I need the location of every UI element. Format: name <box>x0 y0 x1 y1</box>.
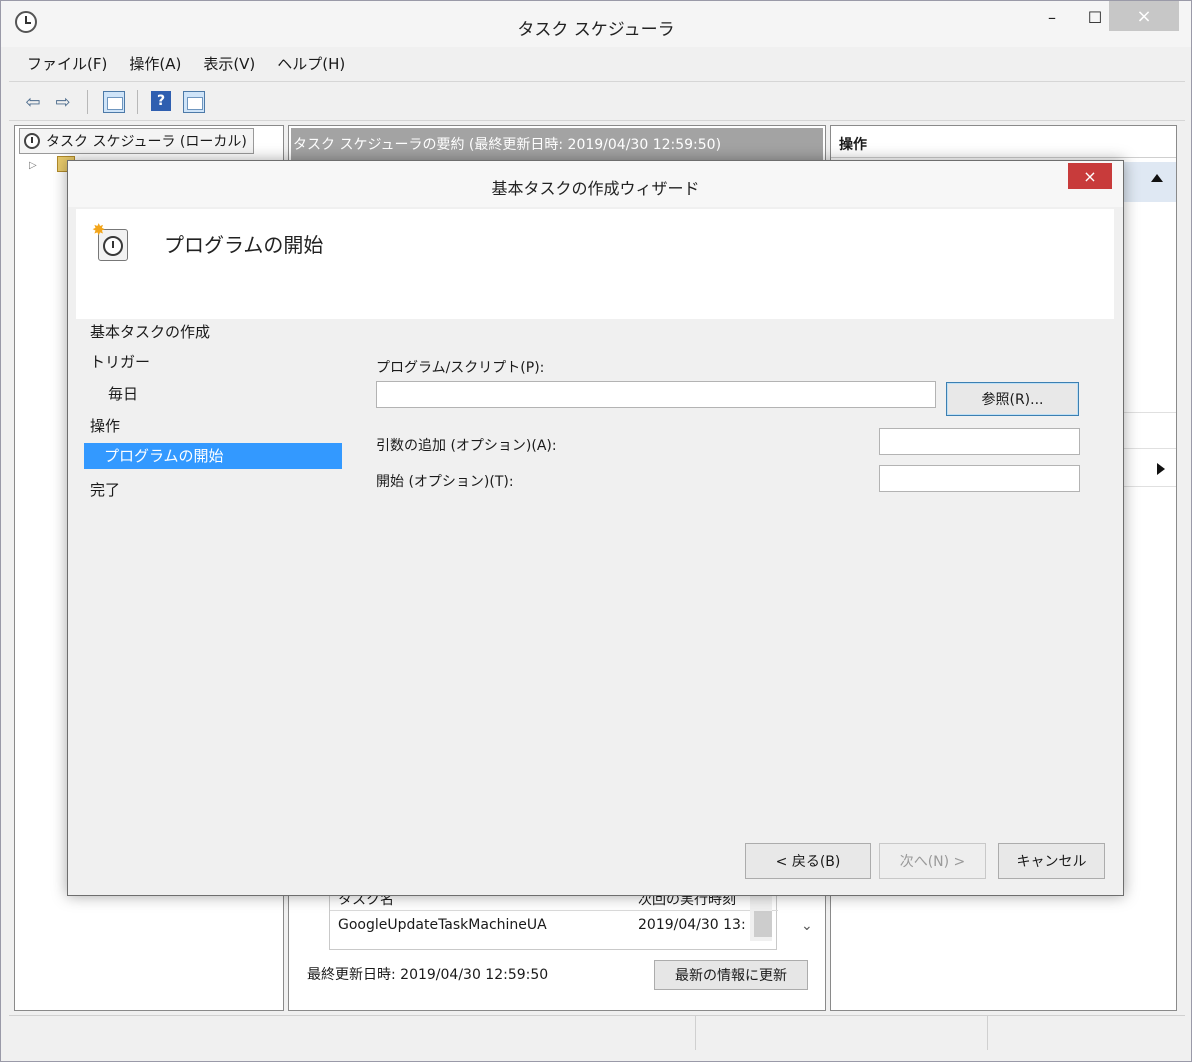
action-pane-header: 操作 <box>831 126 1176 158</box>
browse-button[interactable]: 参照(R)... <box>946 382 1079 416</box>
scrollbar-thumb[interactable] <box>754 911 772 937</box>
step-start-program[interactable]: プログラムの開始 <box>84 443 342 469</box>
scheduled-task-icon: ✸ <box>92 222 130 263</box>
last-update-text: 最終更新日時: 2019/04/30 12:59:50 <box>307 967 549 983</box>
dialog-titlebar[interactable]: 基本タスクの作成ウィザード × <box>68 161 1123 207</box>
back-arrow-icon[interactable]: ⇦ <box>21 90 45 114</box>
show-hide-action-pane-icon[interactable] <box>183 91 205 113</box>
refresh-button[interactable]: 最新の情報に更新 <box>654 960 808 990</box>
status-separator <box>695 1016 696 1050</box>
status-separator <box>987 1016 988 1050</box>
maximize-button[interactable]: ☐ <box>1081 1 1109 33</box>
help-icon[interactable]: ? <box>151 91 171 111</box>
dialog-title: 基本タスクの作成ウィザード <box>491 179 700 198</box>
menu-file[interactable]: ファイル(F) <box>27 53 107 74</box>
active-tasks-list: タスク名 次回の実行時刻 GoogleUpdateTaskMachineUA 2… <box>329 888 778 950</box>
chevron-down-icon[interactable]: ⌄ <box>801 918 813 934</box>
dialog-close-button[interactable]: × <box>1068 163 1112 189</box>
program-script-input[interactable] <box>376 381 936 408</box>
status-bar <box>9 1015 1185 1050</box>
close-button[interactable]: × <box>1109 1 1179 31</box>
menu-view[interactable]: 表示(V) <box>203 53 255 74</box>
step-daily[interactable]: 毎日 <box>108 383 138 404</box>
menu-action[interactable]: 操作(A) <box>129 53 181 74</box>
clock-icon <box>24 133 40 149</box>
step-create-basic-task[interactable]: 基本タスクの作成 <box>90 321 210 342</box>
submenu-arrow-icon[interactable] <box>1157 463 1165 475</box>
tree-item-task-scheduler-local[interactable]: タスク スケジューラ (ローカル) <box>19 128 254 154</box>
window-titlebar[interactable]: タスク スケジューラ – ☐ × <box>1 1 1191 47</box>
start-in-input[interactable] <box>879 465 1080 492</box>
wizard-header: ✸ プログラムの開始 <box>76 209 1114 319</box>
toolbar: ⇦ ⇨ ? <box>9 81 1185 121</box>
summary-title-bar: タスク スケジューラの要約 (最終更新日時: 2019/04/30 12:59:… <box>291 128 823 160</box>
window-title: タスク スケジューラ <box>517 20 675 40</box>
start-in-label: 開始 (オプション)(T): <box>376 474 514 490</box>
tree-expander-icon[interactable]: ▷ <box>29 160 37 171</box>
back-button[interactable]: < 戻る(B) <box>745 843 871 879</box>
add-arguments-label: 引数の追加 (オプション)(A): <box>376 438 557 454</box>
step-finish[interactable]: 完了 <box>90 479 120 500</box>
task-name-cell: GoogleUpdateTaskMachineUA <box>338 917 547 933</box>
forward-arrow-icon[interactable]: ⇨ <box>51 90 75 114</box>
menu-help[interactable]: ヘルプ(H) <box>277 53 345 74</box>
tree-item-label: タスク スケジューラ (ローカル) <box>46 134 247 150</box>
show-hide-console-tree-icon[interactable] <box>103 91 125 113</box>
next-run-cell: 2019/04/30 13: <box>638 917 746 933</box>
minimize-button[interactable]: – <box>1037 1 1067 33</box>
program-script-label: プログラム/スクリプト(P): <box>376 360 545 376</box>
collapse-triangle-icon[interactable] <box>1151 174 1163 182</box>
table-row[interactable]: GoogleUpdateTaskMachineUA 2019/04/30 13: <box>330 913 778 941</box>
add-arguments-input[interactable] <box>879 428 1080 455</box>
step-action[interactable]: 操作 <box>90 415 120 436</box>
toolbar-separator <box>137 90 138 114</box>
toolbar-separator <box>87 90 88 114</box>
menu-bar: ファイル(F) 操作(A) 表示(V) ヘルプ(H) <box>9 49 345 77</box>
next-button[interactable]: 次へ(N) > <box>879 843 986 879</box>
wizard-page-title: プログラムの開始 <box>164 233 324 257</box>
step-trigger[interactable]: トリガー <box>90 351 150 372</box>
cancel-button[interactable]: キャンセル <box>998 843 1105 879</box>
create-basic-task-wizard: 基本タスクの作成ウィザード × ✸ プログラムの開始 基本タスクの作成 トリガー… <box>67 160 1124 896</box>
